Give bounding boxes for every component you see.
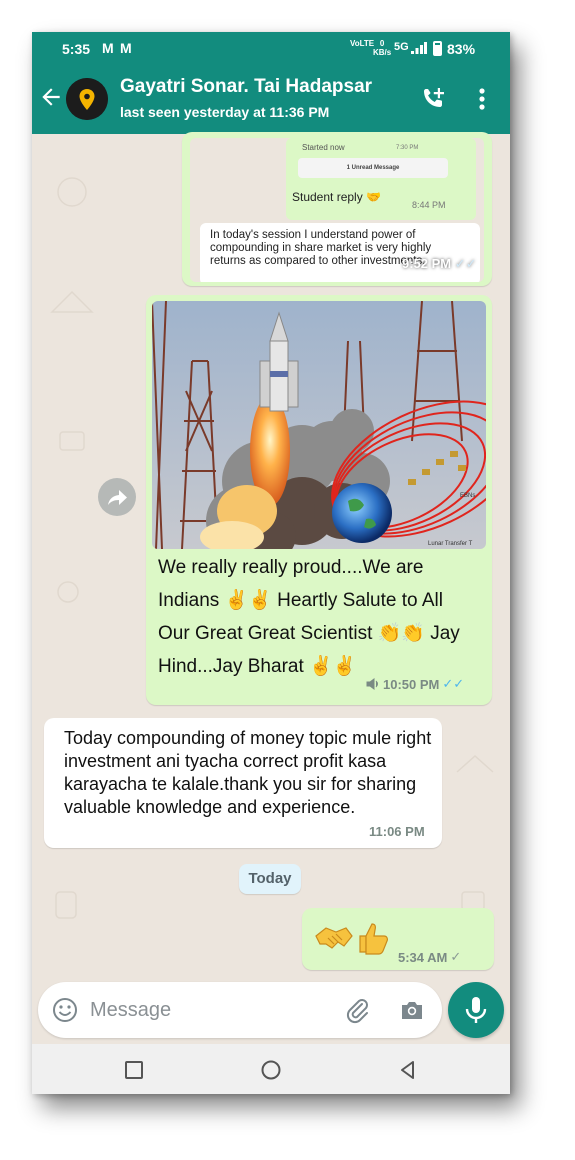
started-time: 7:30 PM [396,145,419,151]
student-reply-text: Student reply 🤝 [292,190,381,204]
navigation-bar [32,1044,510,1094]
avatar[interactable] [66,78,108,120]
thumbs-up-icon [359,923,388,955]
location-pin-icon [66,78,108,120]
microphone-icon [465,997,487,1023]
emoji-reply-message[interactable]: 5:34 AM ✓ [302,908,494,970]
caption-line: Indians ✌️✌️ Heartly Salute to All [158,590,443,611]
more-vert-icon[interactable] [470,86,494,112]
student-reply-time: 8:44 PM [412,200,446,210]
volte-indicator: VoLTE [350,39,375,48]
message-input[interactable] [90,994,320,1026]
incoming-message[interactable]: Today compounding of money topic mule ri… [44,718,442,848]
forward-icon [108,490,127,505]
rocket-launch-image[interactable]: EBNs Lunar Transfer T [152,301,486,549]
status-time: 5:35 [62,41,91,57]
speaker-icon [366,678,378,690]
quoted-incoming-card: In today's session I understand power of… [200,223,480,282]
network-type: 5G [394,41,409,53]
message-text: Today compounding of money topic mule ri… [64,728,432,817]
rocket-launch-illustration: EBNs Lunar Transfer T [152,301,486,549]
message-composer [38,982,442,1038]
camera-icon[interactable] [398,996,426,1024]
recents-square-icon[interactable] [122,1058,146,1082]
phone-screen: 5:35 M M VoLTE 0 KB/s 5G 83% Gayatri Sona… [32,32,510,1094]
gmail-icon: M [120,40,132,56]
battery-percentage: 83% [447,41,476,57]
screenshot-message[interactable]: Started now 7:30 PM 1 Unread Message Stu… [182,132,492,286]
read-ticks-icon: ✓✓ [442,676,465,691]
signal-icon [411,42,427,54]
message-time: 10:50 PM [383,676,440,692]
status-bar: 5:35 M M VoLTE 0 KB/s 5G 83% [32,32,510,66]
quoted-outgoing-card: Started now 7:30 PM 1 Unread Message Stu… [286,138,476,220]
caption-line: Our Great Great Scientist 👏👏 Jay [158,623,460,644]
back-triangle-icon[interactable] [396,1058,420,1082]
message-time: 5:34 AM [398,949,448,965]
paperclip-icon[interactable] [344,996,372,1024]
message-time: 11:06 PM [369,824,425,839]
sent-tick-icon: ✓ [450,949,462,964]
image-caption: We really really proud....We are Indians… [158,551,482,683]
home-circle-icon[interactable] [259,1058,283,1082]
gmail-icon: M [102,40,114,56]
chat-header: Gayatri Sonar. Tai Hadapsar last seen ye… [32,66,510,134]
unread-label: 1 Unread Message [298,158,448,178]
battery-icon [433,41,442,56]
forward-button[interactable] [98,478,136,516]
message-meta: 10:50 PM ✓✓ [366,676,464,692]
handshake-icon [315,927,353,949]
last-seen-status: last seen yesterday at 11:36 PM [120,104,330,120]
message-meta: 11:06 PM [369,824,425,839]
add-call-icon[interactable] [418,84,448,114]
network-speed: 0 KB/s [373,39,392,57]
date-chip: Today [239,864,301,894]
transfer-label: Lunar Transfer T [428,541,473,547]
handshake-thumbs-up-emoji [315,923,388,955]
contact-name[interactable]: Gayatri Sonar. Tai Hadapsar [120,76,372,98]
image-message[interactable]: EBNs Lunar Transfer T We really really p… [146,295,492,705]
orbit-label: EBNs [460,493,475,499]
back-arrow-icon[interactable] [38,84,64,110]
mic-button[interactable] [448,982,504,1038]
smiley-icon[interactable] [52,997,78,1023]
caption-line: We really really proud....We are [158,557,424,578]
started-text: Started now [302,143,345,152]
message-time: 9:52 PM ✓✓ [402,256,477,271]
message-meta: 5:34 AM ✓ [398,949,461,965]
